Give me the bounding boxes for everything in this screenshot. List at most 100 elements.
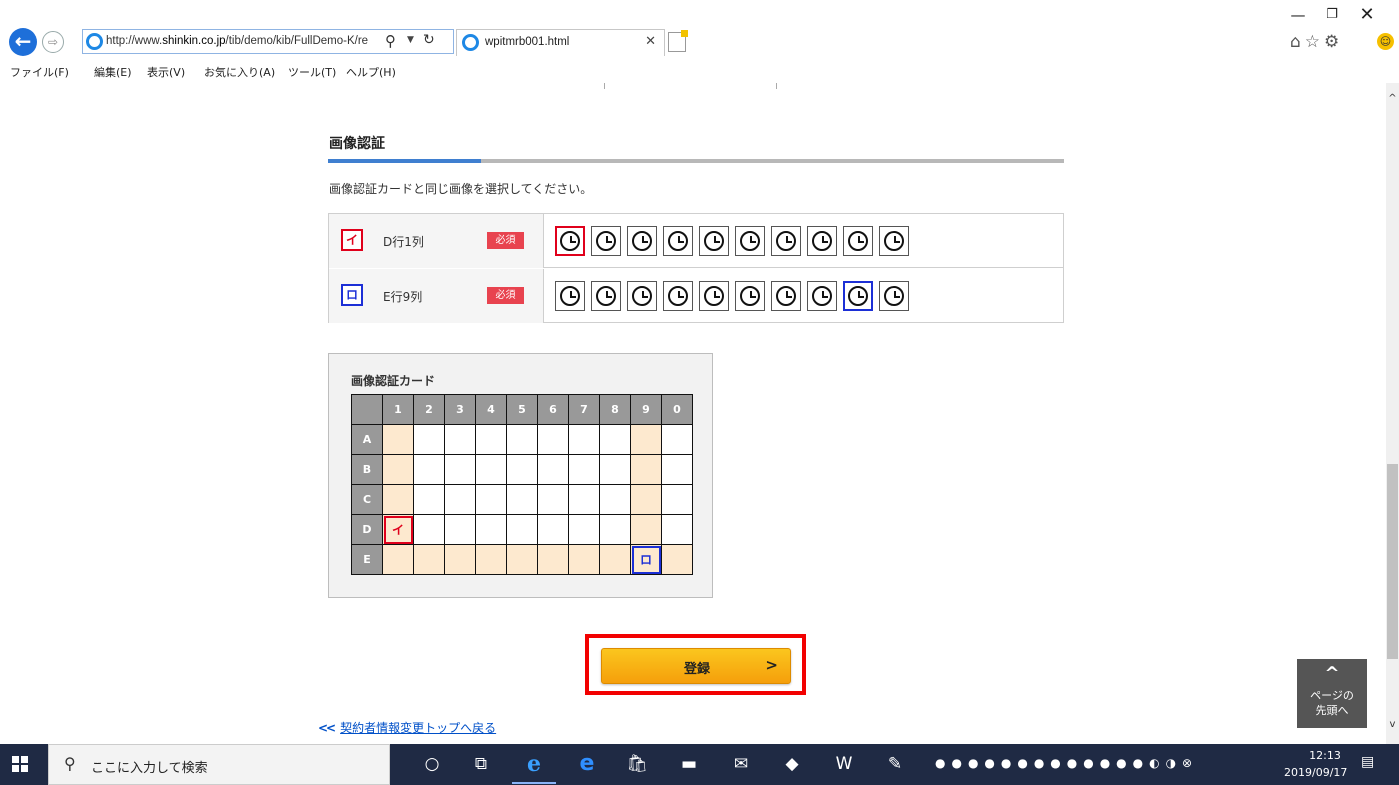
refresh-icon[interactable]: ↻ (423, 32, 435, 48)
taskbar-time[interactable]: 12:13 (1304, 749, 1346, 762)
back-button[interactable]: ← (9, 28, 37, 56)
clock-image-option[interactable] (699, 281, 729, 311)
windows-start-icon[interactable] (12, 756, 29, 773)
position-label: E行9列 (383, 290, 423, 304)
clock-image-option[interactable] (627, 281, 657, 311)
clock-image-option[interactable] (735, 226, 765, 256)
new-tab-button[interactable] (668, 30, 688, 52)
clock-image-option[interactable] (807, 226, 837, 256)
clock-icon (812, 231, 832, 251)
grid-cell (599, 484, 631, 515)
menu-tools[interactable]: ツール(T) (288, 64, 336, 80)
forward-button[interactable]: ⇨ (42, 31, 64, 53)
grid-col-header: 7 (568, 394, 600, 425)
grid-row-header: B (351, 454, 383, 485)
app-icon[interactable]: ◆ (780, 752, 804, 776)
menu-view[interactable]: 表示(V) (147, 64, 185, 80)
home-favorites-settings-icons[interactable]: ⌂☆⚙ (1290, 32, 1343, 52)
store-icon[interactable]: 🛍 (625, 752, 649, 776)
clock-icon (848, 231, 868, 251)
back-to-top-link[interactable]: << 契約者情報変更トップへ戻る (318, 719, 496, 736)
clock-image-option[interactable] (591, 226, 621, 256)
word-icon[interactable]: W (832, 752, 856, 776)
clock-image-option[interactable] (807, 281, 837, 311)
clock-image-option[interactable] (555, 281, 585, 311)
grid-col-header: 0 (661, 394, 693, 425)
clock-image-option[interactable] (843, 226, 873, 256)
restore-button[interactable]: ❐ (1317, 2, 1347, 30)
clock-image-option[interactable] (591, 281, 621, 311)
taskbar-date[interactable]: 2019/09/17 (1284, 766, 1347, 779)
grid-col-header: 9 (630, 394, 662, 425)
vertical-scrollbar[interactable]: ^ v (1386, 83, 1399, 744)
menu-file[interactable]: ファイル(F) (10, 64, 69, 80)
clock-image-option[interactable] (699, 226, 729, 256)
system-tray-icons[interactable]: ●●●●●●●●●●●●●◐◑⊗ (935, 756, 1198, 770)
clock-icon (884, 286, 904, 306)
grid-cell (568, 424, 600, 455)
file-explorer-icon[interactable]: ▬ (677, 752, 701, 776)
menu-favorites[interactable]: お気に入り(A) (204, 64, 275, 80)
grid-cell (413, 544, 445, 575)
menu-help[interactable]: ヘルプ(H) (346, 64, 396, 80)
feedback-smiley-icon[interactable]: ☺ (1377, 33, 1394, 50)
task-view-icon[interactable]: ⧉ (469, 752, 493, 776)
clock-image-option[interactable] (879, 281, 909, 311)
scroll-up-icon[interactable]: ^ (1386, 93, 1399, 104)
search-icon[interactable]: ⚲ (385, 32, 396, 50)
clock-image-option[interactable] (771, 281, 801, 311)
browser-tab[interactable]: wpitmrb001.html ✕ (456, 29, 665, 56)
chevron-right-icon: > (765, 656, 778, 674)
grid-col-header: 1 (382, 394, 414, 425)
browser-chrome: ← ⇨ http://www.shinkin.co.jp/tib/demo/ki… (0, 0, 1399, 88)
clock-image-option[interactable] (879, 226, 909, 256)
section-title: 画像認証 (329, 136, 385, 152)
tab-close-icon[interactable]: ✕ (645, 34, 656, 49)
grid-row-header: D (351, 514, 383, 545)
menu-edit[interactable]: 編集(E) (94, 64, 132, 80)
scroll-thumb[interactable] (1387, 464, 1398, 659)
grid-marked-cell: イ (382, 514, 414, 545)
clock-image-option[interactable] (663, 226, 693, 256)
position-label: D行1列 (383, 235, 424, 249)
clock-image-option[interactable] (555, 226, 585, 256)
cortana-icon[interactable]: ○ (420, 752, 444, 776)
clock-icon (776, 231, 796, 251)
mail-icon[interactable]: ✉ (729, 752, 753, 776)
clock-image-option[interactable] (771, 226, 801, 256)
grid-cell (475, 454, 507, 485)
grid-cell (382, 484, 414, 515)
close-window-button[interactable]: ✕ (1352, 2, 1382, 30)
grid-col-header: 5 (506, 394, 538, 425)
page-content: 画像認証 画像認証カードと同じ画像を選択してください。 イ D行1列 必須 ロ … (0, 83, 1386, 744)
card-title: 画像認証カード (351, 374, 436, 388)
grid-cell (475, 484, 507, 515)
kana-badge: ロ (341, 284, 363, 306)
clock-image-option[interactable] (843, 281, 873, 311)
taskbar-search-box[interactable]: ⚲ ここに入力して検索 (48, 744, 390, 785)
tab-title: wpitmrb001.html (485, 36, 570, 48)
grid-cell (506, 544, 538, 575)
address-bar[interactable]: http://www.shinkin.co.jp/tib/demo/kib/Fu… (82, 29, 454, 54)
grid-cell (475, 424, 507, 455)
clock-image-option[interactable] (627, 226, 657, 256)
minimize-button[interactable]: — (1283, 2, 1313, 30)
grid-cell (630, 454, 662, 485)
tab-ie-icon (462, 34, 479, 51)
register-button[interactable]: 登録 > (601, 648, 791, 684)
address-url[interactable]: http://www.shinkin.co.jp/tib/demo/kib/Fu… (106, 35, 382, 47)
clock-image-option[interactable] (663, 281, 693, 311)
page-top-button[interactable]: ^ ページの 先頭へ (1297, 659, 1367, 728)
clock-icon (812, 286, 832, 306)
title-underline (328, 159, 1064, 163)
notification-icon[interactable]: ▤ (1361, 754, 1383, 774)
clock-icon (740, 286, 760, 306)
grid-cell (382, 454, 414, 485)
edge-icon[interactable]: e (575, 752, 599, 776)
dropdown-icon[interactable]: ▼ (407, 35, 414, 45)
app-icon[interactable]: ✎ (883, 752, 907, 776)
scroll-down-icon[interactable]: v (1386, 719, 1399, 730)
grid-cell (444, 454, 476, 485)
clock-image-option[interactable] (735, 281, 765, 311)
internet-explorer-icon[interactable]: e (512, 752, 556, 784)
